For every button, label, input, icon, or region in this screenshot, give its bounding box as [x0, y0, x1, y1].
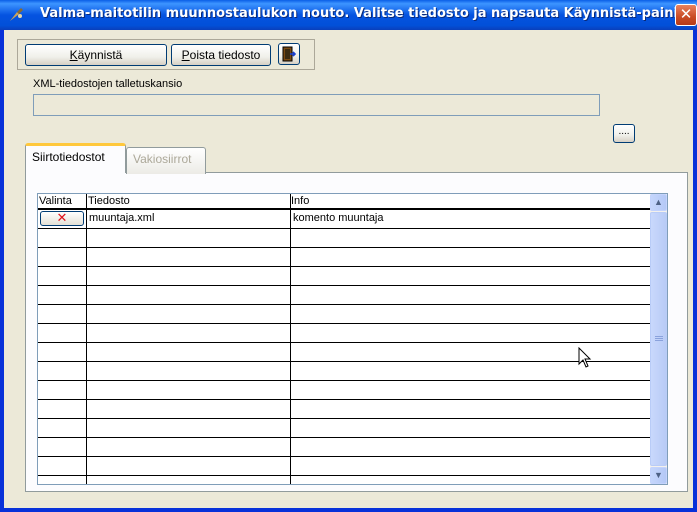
table-row[interactable]	[38, 267, 650, 286]
start-button-accelerator: K	[69, 48, 78, 62]
exit-button[interactable]	[278, 43, 300, 65]
window-title: Valma-maitotilin muunnostaulukon nouto. …	[40, 6, 697, 21]
column-header-tiedosto[interactable]: Tiedosto	[88, 195, 130, 207]
table-row[interactable]	[38, 343, 650, 362]
thumb-grip	[655, 340, 663, 341]
close-button[interactable]: ✕	[675, 4, 697, 26]
table-row[interactable]	[38, 419, 650, 438]
start-button-label: äynnistä	[77, 48, 123, 62]
app-icon	[10, 8, 23, 21]
mouse-pointer-icon	[578, 347, 592, 368]
chevron-up-icon: ▲	[654, 197, 663, 207]
table-row[interactable]	[38, 286, 650, 305]
title-bar[interactable]: Valma-maitotilin muunnostaulukon nouto. …	[0, 0, 697, 30]
tab-siirtotiedostot[interactable]: Siirtotiedostot	[25, 143, 126, 173]
start-button[interactable]: Käynnistä	[25, 44, 167, 66]
table-row[interactable]	[38, 229, 650, 248]
cell-info: komento muuntaja	[293, 212, 384, 224]
table-row[interactable]	[38, 324, 650, 343]
column-header-valinta[interactable]: Valinta	[39, 195, 72, 207]
table-row[interactable]	[38, 305, 650, 324]
folder-path-field[interactable]	[33, 94, 600, 116]
grid-header: Valinta Tiedosto Info	[38, 194, 650, 210]
thumb-grip	[655, 336, 663, 337]
thumb-grip	[655, 338, 663, 339]
column-divider	[86, 194, 87, 484]
table-row[interactable]	[38, 248, 650, 267]
chevron-down-icon: ▼	[654, 470, 663, 480]
vertical-scrollbar[interactable]: ▲ ▼	[650, 194, 667, 484]
close-icon: ✕	[679, 6, 693, 23]
scroll-down-button[interactable]: ▼	[650, 467, 667, 484]
browse-button[interactable]: ....	[613, 124, 635, 143]
delete-file-button[interactable]: Poista tiedosto	[171, 44, 271, 66]
delete-button-label: oista tiedosto	[189, 48, 261, 62]
tab-vakiosiirrot[interactable]: Vakiosiirrot	[126, 147, 206, 174]
scrollbar-thumb[interactable]	[650, 212, 667, 466]
table-row[interactable]	[38, 457, 650, 476]
table-row[interactable]	[38, 400, 650, 419]
column-header-info[interactable]: Info	[291, 195, 309, 207]
file-grid[interactable]: Valinta Tiedosto Info ✕ muuntaja.xml komen…	[37, 193, 668, 485]
column-divider	[290, 194, 291, 484]
table-row[interactable]	[38, 438, 650, 457]
selection-check-icon[interactable]: ✕	[40, 211, 84, 226]
table-row[interactable]	[38, 381, 650, 400]
delete-button-accelerator: P	[181, 48, 190, 62]
cell-file: muuntaja.xml	[89, 212, 155, 224]
folder-label: XML-tiedostojen talletuskansio	[33, 78, 183, 90]
scroll-up-button[interactable]: ▲	[650, 194, 667, 211]
exit-door-icon	[282, 46, 297, 62]
table-row[interactable]: ✕ muuntaja.xml komento muuntaja	[38, 210, 650, 229]
table-row[interactable]	[38, 362, 650, 381]
